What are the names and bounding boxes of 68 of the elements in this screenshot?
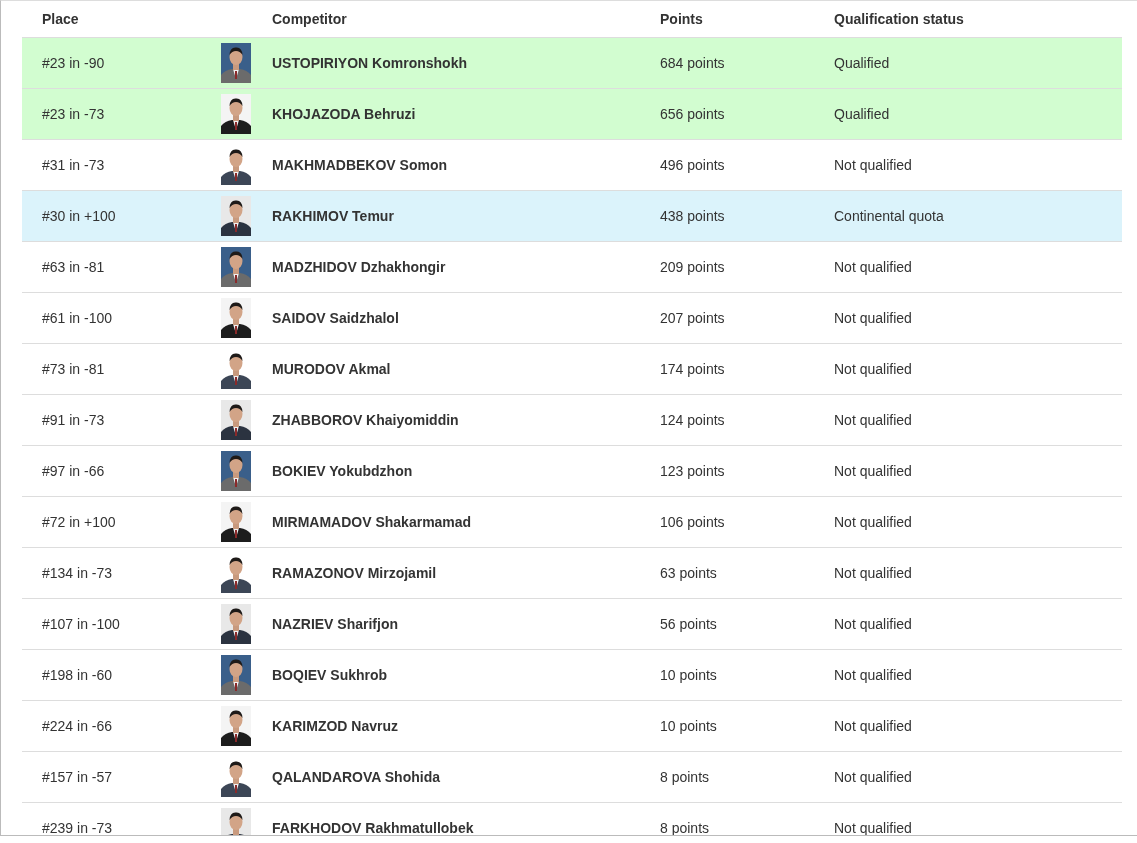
points-cell-text: 209 points <box>660 257 726 277</box>
competitor-name: NAZRIEV Sharifjon <box>272 614 399 634</box>
status-cell-text: Not qualified <box>834 614 913 634</box>
points-cell-text: 174 points <box>660 359 726 379</box>
points-cell-text: 207 points <box>660 308 726 328</box>
place-cell-text: #72 in +100 <box>41 512 117 532</box>
points-cell-text: 10 points <box>660 716 718 736</box>
column-header: Qualification status <box>834 9 965 29</box>
points-cell-text: 63 points <box>660 563 718 583</box>
status-cell-text: Not qualified <box>834 818 913 835</box>
status-cell-text: Not qualified <box>834 257 913 277</box>
status-cell-text: Not qualified <box>834 665 913 685</box>
points-cell-text: 656 points <box>660 104 726 124</box>
competitor-name: KHOJAZODA Behruzi <box>272 104 417 124</box>
place-cell-text: #61 in -100 <box>41 308 114 328</box>
competitor-name: RAKHIMOV Temur <box>272 206 395 226</box>
place-cell-text: #134 in -73 <box>41 563 114 583</box>
points-cell-text: 8 points <box>660 767 711 787</box>
status-cell-text: Continental quota <box>834 206 945 226</box>
points-cell-text: 124 points <box>660 410 726 430</box>
status-cell-text: Qualified <box>834 104 891 124</box>
place-cell-text: #23 in -73 <box>41 104 106 124</box>
competitor-name: KARIMZOD Navruz <box>272 716 399 736</box>
competitor-name: BOKIEV Yokubdzhon <box>272 461 414 481</box>
competitor-name: MAKHMADBEKOV Somon <box>272 155 448 175</box>
competitor-name: ZHABBOROV Khaiyomiddin <box>272 410 460 430</box>
place-cell-text: #23 in -90 <box>41 53 106 73</box>
place-cell-text: #91 in -73 <box>41 410 106 430</box>
column-header: Points <box>660 9 704 29</box>
points-cell-text: 684 points <box>660 53 726 73</box>
competitor-name: BOQIEV Sukhrob <box>272 665 389 685</box>
place-cell-text: #107 in -100 <box>41 614 121 634</box>
place-cell-text: #157 in -57 <box>41 767 114 787</box>
status-cell-text: Not qualified <box>834 563 913 583</box>
points-cell-text: 8 points <box>660 818 711 835</box>
status-cell-text: Not qualified <box>834 512 913 532</box>
column-header: Competitor <box>272 9 348 29</box>
competitor-name: MADZHIDOV Dzhakhongir <box>272 257 447 277</box>
status-cell-text: Not qualified <box>834 410 913 430</box>
place-cell-text: #224 in -66 <box>41 716 114 736</box>
place-cell-text: #31 in -73 <box>41 155 106 175</box>
competitor-name: SAIDOV Saidzhalol <box>272 308 400 328</box>
status-cell-text: Not qualified <box>834 155 913 175</box>
place-cell-text: #239 in -73 <box>41 818 114 835</box>
status-cell-text: Qualified <box>834 53 891 73</box>
points-cell-text: 106 points <box>660 512 726 532</box>
competitor-name: FARKHODOV Rakhmatullobek <box>272 818 475 835</box>
place-cell-text: #73 in -81 <box>41 359 106 379</box>
status-cell-text: Not qualified <box>834 308 913 328</box>
status-cell-text: Not qualified <box>834 767 913 787</box>
status-cell-text: Not qualified <box>834 461 913 481</box>
place-cell-text: #63 in -81 <box>41 257 106 277</box>
points-cell-text: 56 points <box>660 614 718 634</box>
place-cell-text: #198 in -60 <box>41 665 114 685</box>
competitor-name: MIRMAMADOV Shakarmamad <box>272 512 473 532</box>
competitor-name: MURODOV Akmal <box>272 359 392 379</box>
points-cell-text: 438 points <box>660 206 726 226</box>
points-cell-text: 10 points <box>660 665 718 685</box>
competitor-name: USTOPIRIYON Komronshokh <box>272 53 468 73</box>
points-cell-text: 123 points <box>660 461 726 481</box>
column-header: Place <box>41 9 80 29</box>
competitor-name: RAMAZONOV Mirzojamil <box>272 563 438 583</box>
competitor-name: QALANDAROVA Shohida <box>272 767 441 787</box>
place-cell-text: #97 in -66 <box>41 461 106 481</box>
status-cell-text: Not qualified <box>834 359 913 379</box>
place-cell-text: #30 in +100 <box>41 206 117 226</box>
status-cell-text: Not qualified <box>834 716 913 736</box>
points-cell-text: 496 points <box>660 155 726 175</box>
